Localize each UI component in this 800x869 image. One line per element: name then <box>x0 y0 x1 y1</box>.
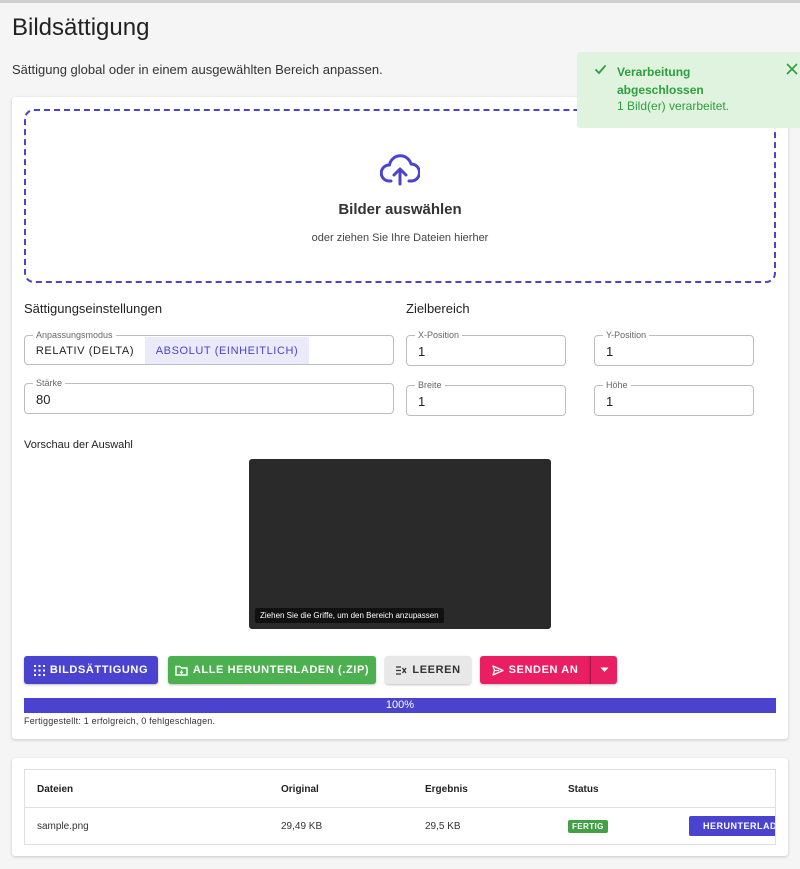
width-value: 1 <box>418 394 426 409</box>
toast-message: 1 Bild(er) verarbeitet. <box>617 99 730 113</box>
width-field[interactable]: Breite 1 <box>406 379 566 416</box>
clear-label: LEEREN <box>412 664 461 676</box>
header-divider <box>25 807 775 808</box>
y-position-legend: Y-Position <box>603 329 650 341</box>
page-title: Bildsättigung <box>12 14 150 41</box>
mode-relative-button[interactable]: RELATIV (DELTA) <box>26 337 144 364</box>
preview-hint: Ziehen Sie die Griffe, um den Bereich an… <box>255 608 444 623</box>
target-area-heading: Zielbereich <box>406 301 470 316</box>
files-table: Dateien Original Ergebnis Status sample.… <box>24 769 776 845</box>
strength-legend: Stärke <box>33 377 66 389</box>
saturation-settings-heading: Sättigungseinstellungen <box>24 301 163 316</box>
selection-preview-canvas[interactable]: Ziehen Sie die Griffe, um den Bereich an… <box>249 459 551 629</box>
dropzone-subtitle: oder ziehen Sie Ihre Dateien hierher <box>311 232 489 244</box>
strength-value: 80 <box>36 392 51 407</box>
header-files: Dateien <box>37 784 74 795</box>
x-position-field[interactable]: X-Position 1 <box>406 329 566 366</box>
download-file-label: HERUNTERLADEN <box>703 821 775 831</box>
preview-heading: Vorschau der Auswahl <box>24 439 133 451</box>
success-toast: Verarbeitung abgeschlossen 1 Bild(er) ve… <box>577 52 800 128</box>
send-icon <box>491 664 504 676</box>
strength-field[interactable]: Stärke 80 <box>24 377 394 414</box>
height-value: 1 <box>606 394 614 409</box>
top-border <box>0 0 800 3</box>
clear-button[interactable]: LEEREN <box>385 656 471 684</box>
grid-dots-icon <box>33 664 45 676</box>
page-subtitle: Sättigung global oder in einem ausgewähl… <box>12 62 383 77</box>
download-all-zip-button[interactable]: ALLE HERUNTERLADEN (.ZIP) <box>168 656 376 684</box>
width-legend: Breite <box>415 379 445 391</box>
download-all-label: ALLE HERUNTERLADEN (.ZIP) <box>192 664 370 676</box>
chevron-down-icon <box>600 667 608 672</box>
x-position-legend: X-Position <box>415 329 463 341</box>
y-position-field[interactable]: Y-Position 1 <box>594 329 754 366</box>
height-legend: Höhe <box>603 379 631 391</box>
files-card: Dateien Original Ergebnis Status sample.… <box>12 758 788 856</box>
mode-toggle-group: Anpassungsmodus RELATIV (DELTA) ABSOLUT … <box>24 329 394 365</box>
progress-status-text: Fertiggestellt: 1 erfolgreich, 0 fehlges… <box>24 716 216 726</box>
close-icon[interactable] <box>786 63 798 75</box>
send-to-label: SENDEN AN <box>508 664 579 676</box>
file-dropzone[interactable]: Bilder auswählen oder ziehen Sie Ihre Da… <box>24 109 776 283</box>
file-original-size: 29,49 KB <box>281 821 323 832</box>
status-badge: FERTIG <box>568 820 608 833</box>
x-position-value: 1 <box>418 344 426 359</box>
mode-absolute-button[interactable]: ABSOLUT (EINHEITLICH) <box>145 337 309 364</box>
progress-bar: 100% <box>24 698 776 713</box>
folder-zip-icon <box>175 665 188 676</box>
saturation-process-button[interactable]: BILDSÄTTIGUNG <box>24 656 158 684</box>
file-name: sample.png <box>37 821 89 832</box>
send-to-dropdown-button[interactable] <box>590 656 617 684</box>
saturation-process-label: BILDSÄTTIGUNG <box>49 664 149 676</box>
send-to-button[interactable]: SENDEN AN <box>480 656 590 684</box>
toast-title: Verarbeitung abgeschlossen <box>617 65 704 97</box>
header-status: Status <box>568 784 599 795</box>
cloud-upload-icon <box>380 154 420 186</box>
progress-label: 100% <box>385 699 415 711</box>
dropzone-title: Bilder auswählen <box>338 201 462 218</box>
download-file-button[interactable]: HERUNTERLADEN <box>689 816 775 836</box>
y-position-value: 1 <box>606 344 614 359</box>
check-icon <box>594 64 607 75</box>
header-result: Ergebnis <box>425 784 468 795</box>
clear-list-icon <box>396 665 407 675</box>
file-result-size: 29,5 KB <box>425 821 461 832</box>
settings-card: Bilder auswählen oder ziehen Sie Ihre Da… <box>12 97 788 739</box>
header-original: Original <box>281 784 319 795</box>
height-field[interactable]: Höhe 1 <box>594 379 754 416</box>
